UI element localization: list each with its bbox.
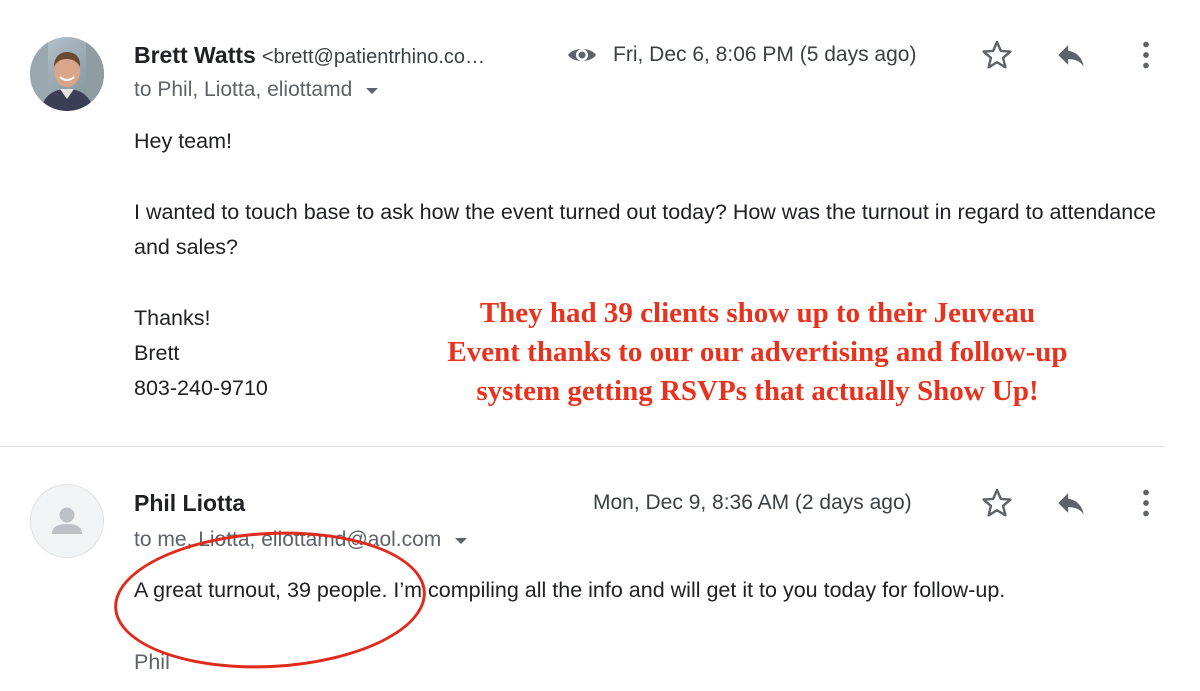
sender-name[interactable]: Brett Watts (134, 42, 256, 68)
reply-button[interactable] (1053, 485, 1089, 521)
more-vert-icon (1143, 489, 1149, 517)
signoff-thanks: Thanks! (134, 306, 211, 330)
body-greeting: Hey team! (134, 129, 232, 153)
recipients-label: to Phil, Liotta, eliottamd (134, 78, 353, 101)
recipients-label: to me, Liotta, eliottamd@aol.com (134, 528, 442, 551)
message-date: Fri, Dec 6, 8:06 PM (5 days ago) (613, 43, 917, 66)
person-icon (52, 507, 82, 534)
message-phil-liotta (0, 446, 1200, 691)
reply-icon (1058, 493, 1084, 515)
avatar-phil-liotta[interactable] (30, 484, 104, 558)
star-icon (982, 488, 1012, 517)
sender-line: Brett Watts <brett@patientrhino.co… (134, 42, 485, 69)
signoff-phone[interactable]: 803-240-9710 (134, 371, 268, 406)
sender-name[interactable]: Phil Liotta (134, 490, 245, 516)
avatar-brett-watts[interactable] (30, 37, 104, 111)
sender-email: <brett@patientrhino.co… (261, 46, 486, 68)
signoff-name: Brett (134, 341, 180, 365)
body-question: I wanted to touch base to ask how the ev… (134, 200, 1156, 259)
body-signoff: Thanks! Brett 803-240-9710 (134, 301, 268, 406)
caret-down-icon[interactable] (455, 538, 468, 544)
annotation-line: Event thanks to our our advertising and … (447, 336, 1068, 368)
recipients[interactable]: to me, Liotta, eliottamd@aol.com (134, 528, 468, 552)
message-date: Mon, Dec 9, 8:36 AM (2 days ago) (593, 491, 912, 514)
sender-line: Phil Liotta (134, 490, 245, 517)
reply-body: A great turnout, 39 people. I’m compilin… (134, 578, 1006, 602)
avatar-photo (30, 37, 104, 111)
star-button[interactable] (979, 485, 1015, 521)
reply-button[interactable] (1053, 37, 1089, 73)
more-options-button[interactable] (1128, 485, 1164, 521)
star-button[interactable] (979, 37, 1015, 73)
annotation-line: system getting RSVPs that actually Show … (476, 375, 1039, 407)
recipients[interactable]: to Phil, Liotta, eliottamd (134, 78, 379, 102)
reply-icon (1058, 45, 1084, 67)
more-vert-icon (1143, 41, 1149, 69)
reply-signoff: Phil (134, 650, 170, 674)
star-icon (982, 40, 1012, 69)
more-options-button[interactable] (1128, 37, 1164, 73)
eye-icon (568, 49, 596, 61)
caret-down-icon[interactable] (366, 88, 379, 94)
annotation-overlay: They had 39 clients show up to their Jeu… (370, 294, 1145, 411)
annotation-line: They had 39 clients show up to their Jeu… (479, 297, 1036, 329)
